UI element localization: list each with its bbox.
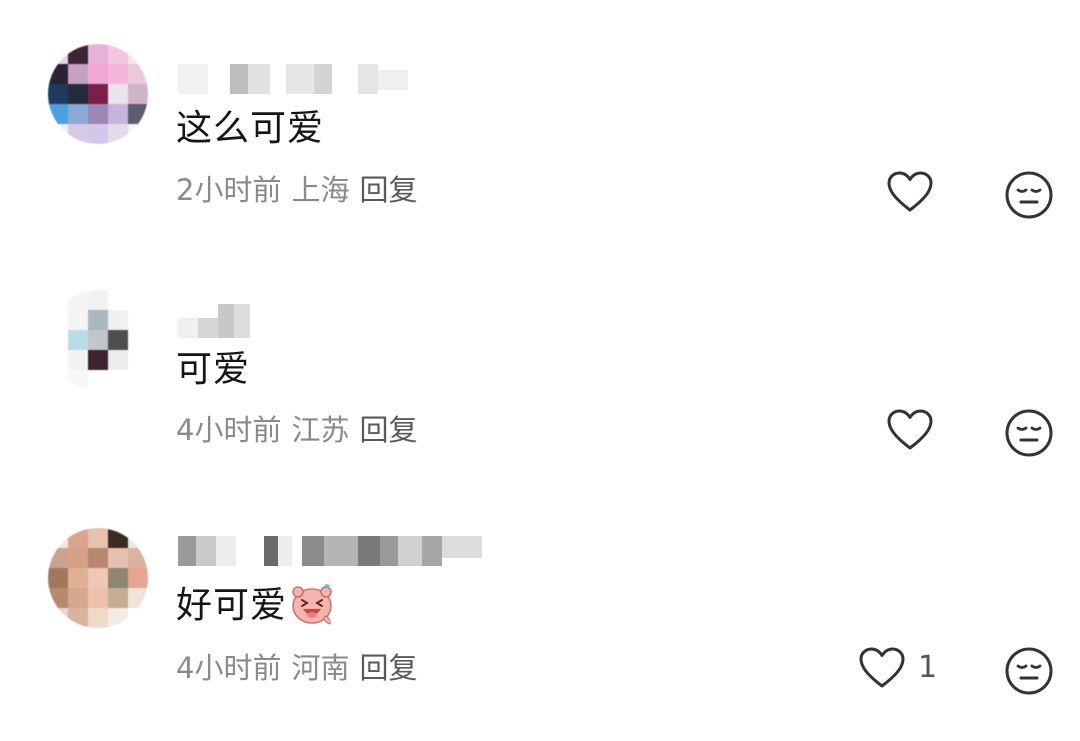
comment-text: 可爱	[176, 349, 251, 390]
like-button[interactable]	[886, 170, 946, 214]
comment-time: 2小时前	[176, 173, 282, 207]
comment-item: 这么可爱 2小时前 上海 回复	[0, 0, 1080, 230]
meh-face-icon	[1005, 171, 1053, 219]
like-count: 1	[918, 650, 938, 685]
meh-face-icon	[1005, 647, 1053, 695]
meh-face-icon	[1005, 409, 1053, 457]
comment-item: 好可爱 4小时前 河南 回复 1	[0, 476, 1080, 706]
reply-button[interactable]: 回复	[359, 173, 417, 207]
comment-time: 4小时前	[176, 651, 282, 685]
comment-time: 4小时前	[176, 413, 282, 447]
comment-location: 上海	[291, 173, 350, 207]
dislike-button[interactable]	[1004, 646, 1054, 700]
comment-meta: 2小时前 上海 回复	[176, 172, 417, 208]
like-button[interactable]: 1	[858, 646, 937, 690]
reply-button[interactable]: 回复	[359, 651, 417, 685]
comment-meta: 4小时前 江苏 回复	[176, 412, 417, 448]
comment-text: 这么可爱	[176, 108, 325, 149]
dislike-button[interactable]	[1004, 408, 1054, 462]
comment-text-content: 好可爱	[176, 585, 288, 626]
username-redacted[interactable]	[178, 64, 418, 94]
comment-location: 河南	[291, 651, 350, 685]
comment-location: 江苏	[291, 413, 350, 447]
heart-outline-icon	[887, 409, 933, 450]
avatar[interactable]	[48, 528, 148, 628]
reply-button[interactable]: 回复	[359, 413, 417, 447]
username-redacted[interactable]	[178, 304, 258, 338]
like-button[interactable]	[886, 408, 946, 452]
username-redacted[interactable]	[178, 536, 488, 566]
laughing-pig-sticker-icon	[292, 584, 332, 625]
heart-outline-icon	[859, 647, 905, 688]
avatar[interactable]	[48, 44, 148, 144]
comment-meta: 4小时前 河南 回复	[176, 650, 417, 686]
dislike-button[interactable]	[1004, 170, 1054, 224]
heart-outline-icon	[887, 171, 933, 212]
avatar[interactable]	[48, 290, 148, 390]
comment-item: 可爱 4小时前 江苏 回复	[0, 238, 1080, 468]
comment-text: 好可爱	[176, 584, 335, 630]
